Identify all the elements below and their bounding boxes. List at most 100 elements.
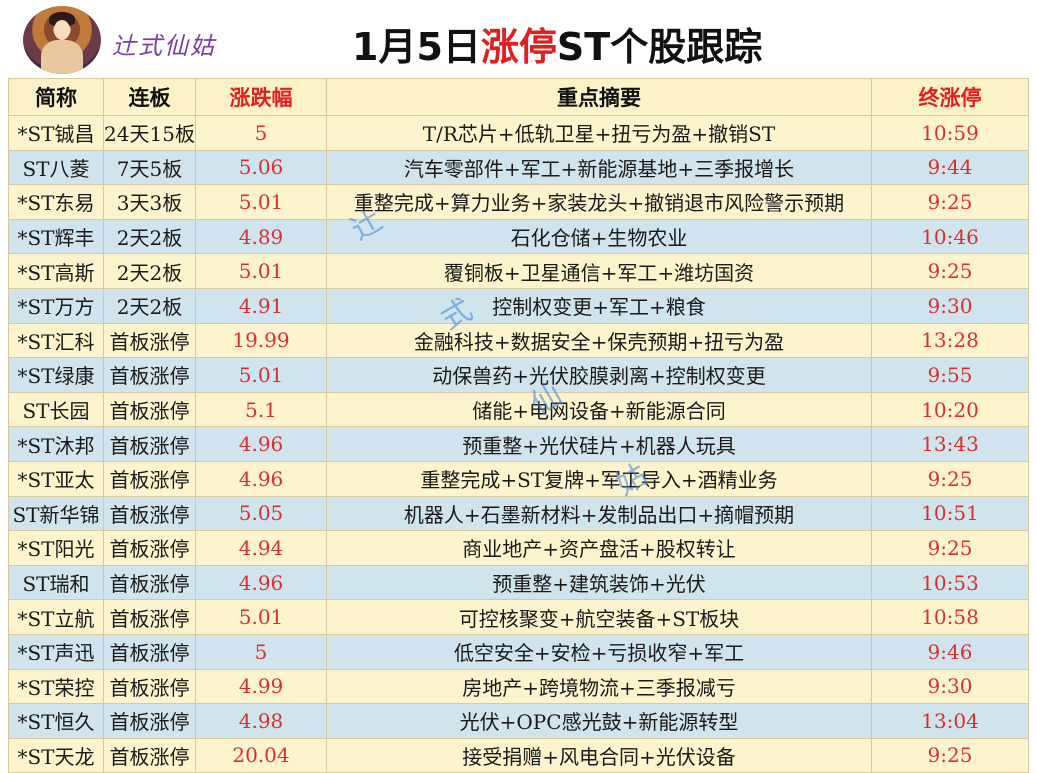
stock-name-cell: *ST辉丰 [8, 218, 104, 255]
limit-time-cell: 13:04 [871, 703, 1029, 739]
column-header-boards: 连板 [103, 78, 196, 116]
table-row: *ST声迅 首板涨停 5 低空安全+安检+亏损收窄+军工 9:46 [8, 633, 1029, 670]
stock-name-cell: ST新华锦 [8, 495, 104, 532]
table-header-row: 简称 连板 涨跌幅 重点摘要 终涨停 [8, 78, 1029, 116]
boards-cell: 首板涨停 [103, 530, 196, 566]
stock-name-cell: *ST立航 [8, 599, 104, 635]
avatar-robe [41, 40, 83, 74]
limit-time-cell: 9:25 [871, 460, 1029, 497]
summary-cell: 石化仓储+生物农业 [326, 218, 872, 255]
table-row: *ST东易 3天3板 5.01 重整完成+算力业务+家装龙头+撤销退市风险警示预期 9:… [8, 184, 1029, 220]
stock-name-cell: *ST恒久 [8, 703, 104, 739]
title-suffix: ST个股跟踪 [556, 25, 763, 69]
limit-time-cell: 9:25 [871, 253, 1029, 289]
column-header-limit-time: 终涨停 [871, 78, 1029, 116]
limit-time-cell: 9:30 [871, 668, 1029, 705]
table-row: *ST绿康 首板涨停 5.01 动保兽药+光伏胶膜剥离+控制权变更 9:55 [8, 357, 1029, 393]
table-row: ST八菱 7天5板 5.06 汽车零部件+军工+新能源基地+三季报增长 9:44 [8, 149, 1029, 186]
change-cell: 4.89 [195, 218, 327, 255]
boards-cell: 24天15板 [103, 115, 196, 151]
table-row: *ST阳光 首板涨停 4.94 商业地产+资产盘活+股权转让 9:25 [8, 530, 1029, 566]
boards-cell: 3天3板 [103, 184, 196, 220]
summary-cell: 覆铜板+卫星通信+军工+潍坊国资 [326, 253, 872, 289]
change-cell: 5.06 [195, 149, 327, 186]
boards-cell: 首板涨停 [103, 357, 196, 393]
boards-cell: 首板涨停 [103, 599, 196, 635]
stock-name-cell: *ST东易 [8, 184, 104, 220]
summary-cell: 控制权变更+军工+粮食 [326, 287, 872, 324]
table-row: *ST亚太 首板涨停 4.96 重整完成+ST复牌+军工导入+酒精业务 9:25 [8, 460, 1029, 497]
limit-time-cell: 10:51 [871, 495, 1029, 532]
column-header-summary: 重点摘要 [326, 78, 872, 116]
boards-cell: 首板涨停 [103, 322, 196, 359]
stock-name-cell: ST八菱 [8, 149, 104, 186]
stock-name-cell: *ST绿康 [8, 357, 104, 393]
limit-time-cell: 9:30 [871, 287, 1029, 324]
column-header-name: 简称 [8, 78, 104, 116]
summary-cell: 机器人+石墨新材料+发制品出口+摘帽预期 [326, 495, 872, 532]
summary-cell: 重整完成+ST复牌+军工导入+酒精业务 [326, 460, 872, 497]
page-title: 1月5日涨停ST个股跟踪 [352, 16, 762, 71]
table-row: ST瑞和 首板涨停 4.96 预重整+建筑装饰+光伏 10:53 [8, 564, 1029, 601]
limit-time-cell: 9:44 [871, 149, 1029, 186]
change-cell: 5 [195, 633, 327, 670]
summary-cell: 预重整+光伏硅片+机器人玩具 [326, 426, 872, 462]
limit-time-cell: 13:28 [871, 322, 1029, 359]
summary-cell: 重整完成+算力业务+家装龙头+撤销退市风险警示预期 [326, 184, 872, 220]
table-row: *ST恒久 首板涨停 4.98 光伏+OPC感光鼓+新能源转型 13:04 [8, 703, 1029, 739]
summary-cell: 预重整+建筑装饰+光伏 [326, 564, 872, 601]
boards-cell: 首板涨停 [103, 564, 196, 601]
title-prefix: 1月5日 [352, 25, 481, 69]
boards-cell: 2天2板 [103, 253, 196, 289]
header: 辻式仙姑 1月5日涨停ST个股跟踪 [0, 0, 1037, 78]
stock-name-cell: *ST万方 [8, 287, 104, 324]
change-cell: 5.05 [195, 495, 327, 532]
summary-cell: 储能+电网设备+新能源合同 [326, 391, 872, 428]
boards-cell: 首板涨停 [103, 426, 196, 462]
title-highlight: 涨停 [480, 25, 557, 69]
summary-cell: 商业地产+资产盘活+股权转让 [326, 530, 872, 566]
limit-time-cell: 10:59 [871, 115, 1029, 151]
table-row: *ST辉丰 2天2板 4.89 石化仓储+生物农业 10:46 [8, 218, 1029, 255]
summary-cell: 金融科技+数据安全+保壳预期+扭亏为盈 [326, 322, 872, 359]
change-cell: 5.01 [195, 253, 327, 289]
summary-cell: 汽车零部件+军工+新能源基地+三季报增长 [326, 149, 872, 186]
table-row: ST长园 首板涨停 5.1 储能+电网设备+新能源合同 10:20 [8, 391, 1029, 428]
stock-name-cell: ST瑞和 [8, 564, 104, 601]
table-body: *ST铖昌 24天15板 5 T/R芯片+低轨卫星+扭亏为盈+撤销ST 10:59 ST八… [8, 115, 1029, 773]
table-row: *ST荣控 首板涨停 4.99 房地产+跨境物流+三季报减亏 9:30 [8, 668, 1029, 705]
table-row: *ST沐邦 首板涨停 4.96 预重整+光伏硅片+机器人玩具 13:43 [8, 426, 1029, 462]
table-row: *ST立航 首板涨停 5.01 可控核聚变+航空装备+ST板块 10:58 [8, 599, 1029, 635]
limit-time-cell: 10:20 [871, 391, 1029, 428]
limit-time-cell: 9:55 [871, 357, 1029, 393]
stock-name-cell: *ST高斯 [8, 253, 104, 289]
limit-time-cell: 9:46 [871, 633, 1029, 670]
stock-name-cell: *ST汇科 [8, 322, 104, 359]
boards-cell: 首板涨停 [103, 668, 196, 705]
stock-table: 简称 连板 涨跌幅 重点摘要 终涨停 *ST铖昌 24天15板 5 T/R芯片+低轨卫… [8, 78, 1029, 773]
change-cell: 5.01 [195, 184, 327, 220]
boards-cell: 首板涨停 [103, 495, 196, 532]
change-cell: 4.96 [195, 460, 327, 497]
boards-cell: 7天5板 [103, 149, 196, 186]
summary-cell: 光伏+OPC感光鼓+新能源转型 [326, 703, 872, 739]
change-cell: 4.96 [195, 426, 327, 462]
table-row: *ST铖昌 24天15板 5 T/R芯片+低轨卫星+扭亏为盈+撤销ST 10:59 [8, 115, 1029, 151]
stock-name-cell: *ST沐邦 [8, 426, 104, 462]
change-cell: 5.01 [195, 357, 327, 393]
brand-name: 辻式仙姑 [112, 32, 216, 60]
limit-time-cell: 10:58 [871, 599, 1029, 635]
change-cell: 5.01 [195, 599, 327, 635]
boards-cell: 首板涨停 [103, 391, 196, 428]
table-row: *ST汇科 首板涨停 19.99 金融科技+数据安全+保壳预期+扭亏为盈 13:28 [8, 322, 1029, 359]
stock-name-cell: ST长园 [8, 391, 104, 428]
stock-name-cell: *ST亚太 [8, 460, 104, 497]
change-cell: 19.99 [195, 322, 327, 359]
boards-cell: 首板涨停 [103, 703, 196, 739]
boards-cell: 首板涨停 [103, 460, 196, 497]
limit-time-cell: 13:43 [871, 426, 1029, 462]
change-cell: 5 [195, 115, 327, 151]
boards-cell: 2天2板 [103, 287, 196, 324]
change-cell: 4.94 [195, 530, 327, 566]
stock-name-cell: *ST声迅 [8, 633, 104, 670]
